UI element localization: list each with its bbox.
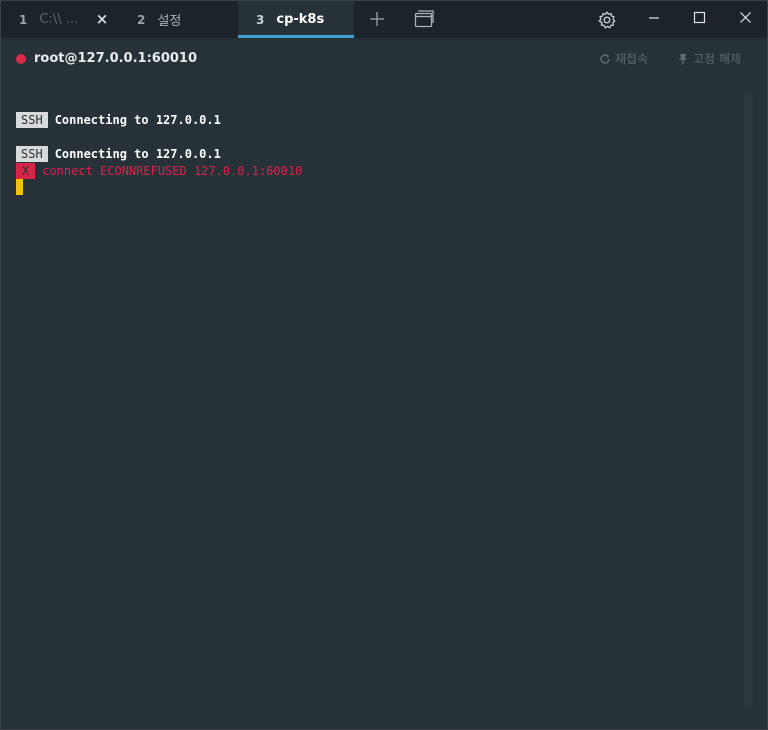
gear-icon[interactable] bbox=[597, 10, 617, 30]
unpin-label: 고정 해제 bbox=[693, 52, 741, 66]
minimize-icon[interactable] bbox=[641, 7, 667, 31]
reconnect-button[interactable]: 재접속 bbox=[599, 50, 648, 67]
connection-status-icon bbox=[16, 54, 26, 64]
pin-icon bbox=[679, 53, 687, 64]
close-icon[interactable] bbox=[733, 7, 759, 31]
session-host: root@127.0.0.1:60010 bbox=[34, 51, 198, 66]
tab-1[interactable]: 1 C:\\ ... × bbox=[1, 1, 118, 38]
terminal-text: Connecting to 127.0.0.1 bbox=[54, 112, 221, 127]
windows-icon[interactable] bbox=[414, 10, 434, 28]
plus-icon[interactable] bbox=[367, 9, 387, 29]
scrollbar[interactable] bbox=[744, 94, 753, 706]
tab-number: 1 bbox=[19, 12, 28, 27]
error-badge: X bbox=[16, 162, 36, 179]
unpin-button[interactable]: 고정 해제 bbox=[677, 50, 741, 67]
terminal-window: 1 C:\\ ... × 2 설정 3 cp-k8s root@127.0.0.… bbox=[0, 0, 768, 730]
tab-title: cp-k8s bbox=[276, 12, 325, 27]
terminal-cursor bbox=[16, 179, 23, 195]
terminal-line: SSH Connecting to 127.0.0.1 bbox=[16, 111, 221, 128]
ssh-badge: SSH bbox=[16, 145, 48, 162]
terminal-line: SSH Connecting to 127.0.0.1 bbox=[16, 145, 221, 162]
session-header: root@127.0.0.1:60010 재접속 고정 해제 bbox=[1, 38, 767, 80]
tab-3-active[interactable]: 3 cp-k8s bbox=[238, 1, 354, 38]
ssh-badge: SSH bbox=[16, 111, 48, 128]
refresh-icon bbox=[600, 53, 610, 64]
tab-title: 설정 bbox=[157, 14, 182, 29]
error-text: connect ECONNREFUSED 127.0.0.1:60010 bbox=[42, 163, 303, 178]
close-tab-icon[interactable]: × bbox=[95, 12, 109, 27]
terminal-output[interactable]: SSH Connecting to 127.0.0.1 SSH Connecti… bbox=[1, 80, 767, 730]
tab-title: C:\\ ... bbox=[39, 12, 79, 27]
tab-bar: 1 C:\\ ... × 2 설정 3 cp-k8s bbox=[1, 1, 767, 38]
tab-number: 3 bbox=[256, 12, 265, 27]
tab-2[interactable]: 2 설정 bbox=[119, 1, 237, 38]
maximize-icon[interactable] bbox=[687, 7, 713, 31]
terminal-text: Connecting to 127.0.0.1 bbox=[54, 146, 221, 161]
tab-number: 2 bbox=[137, 12, 146, 27]
terminal-line: X connect ECONNREFUSED 127.0.0.1:60010 bbox=[16, 162, 302, 179]
reconnect-label: 재접속 bbox=[615, 52, 649, 66]
